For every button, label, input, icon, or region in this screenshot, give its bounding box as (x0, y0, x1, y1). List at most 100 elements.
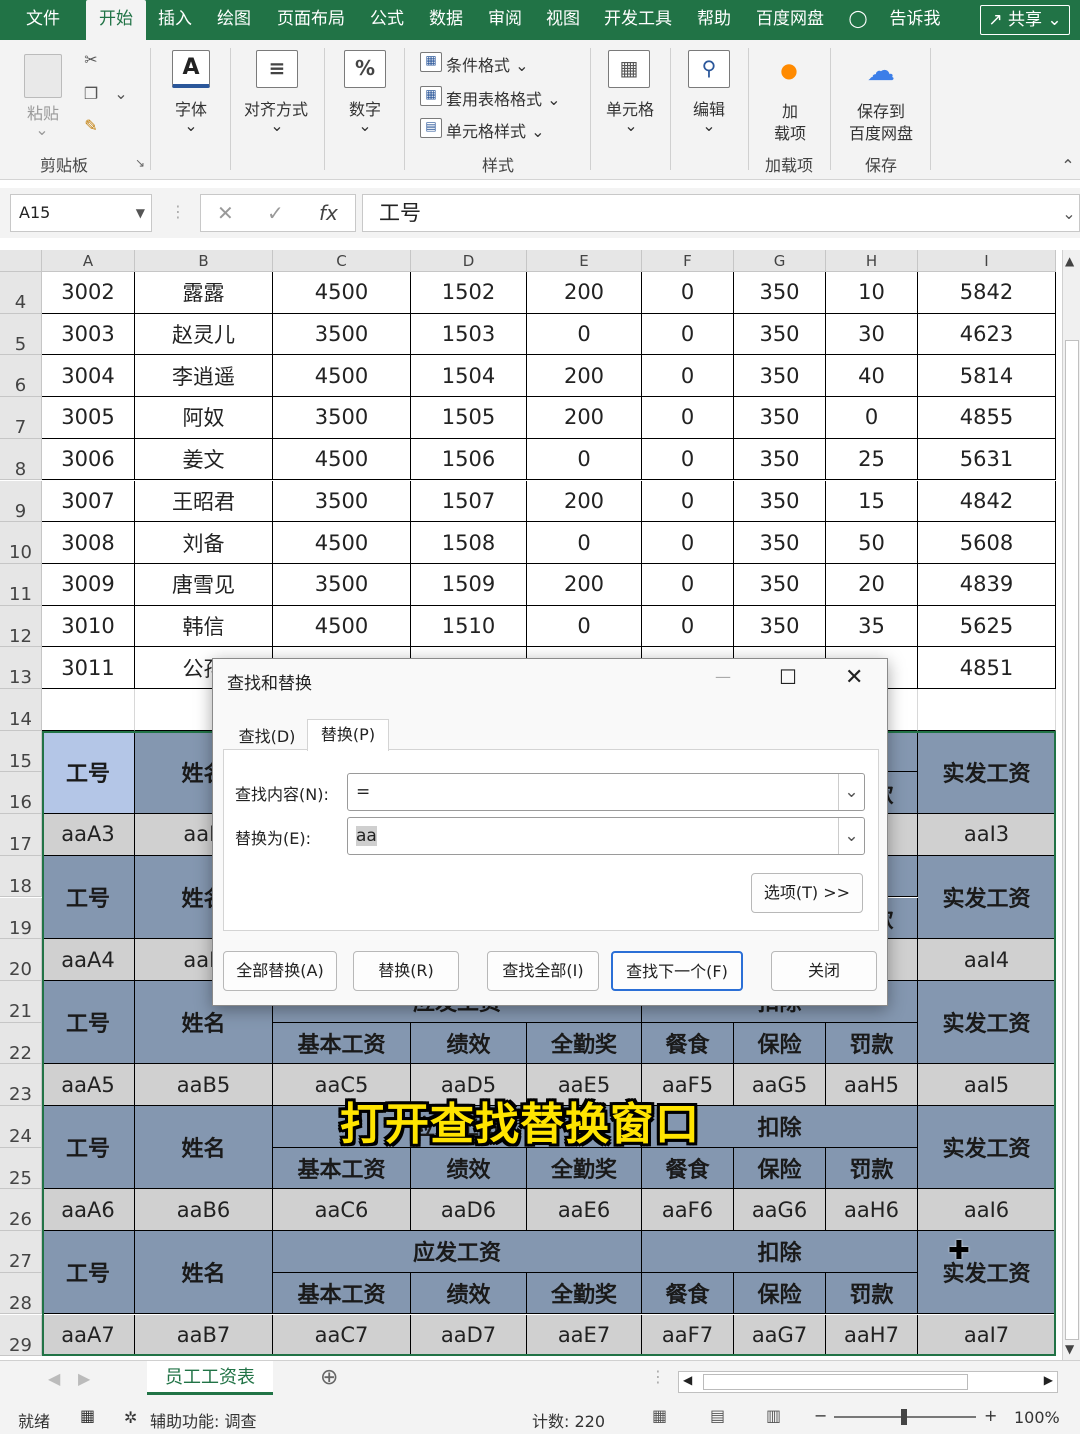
table-cell[interactable]: 4500 (273, 605, 411, 648)
table-cell[interactable]: 0 (826, 397, 918, 439)
format-painter-icon[interactable]: ✎ (78, 116, 104, 135)
header-base[interactable]: 基本工资 (273, 1022, 411, 1065)
tab-replace[interactable]: 替换(P) (307, 719, 389, 751)
row-header[interactable]: 17 (0, 814, 42, 856)
header-base[interactable]: 基本工资 (273, 1272, 411, 1315)
table-cell[interactable]: 0 (642, 272, 734, 314)
cells-icon[interactable]: ▦ (608, 50, 650, 88)
tab-insert[interactable]: 插入 (152, 0, 198, 40)
table-cell[interactable]: 1505 (411, 397, 527, 439)
row-header[interactable]: 29 (0, 1314, 42, 1357)
row-header[interactable]: 4 (0, 272, 42, 314)
header-net[interactable]: 实发工资 (918, 730, 1056, 815)
slip-data-cell[interactable]: aaC7 (273, 1314, 411, 1357)
table-cell[interactable]: 1502 (411, 272, 527, 314)
row-header[interactable]: 27 (0, 1231, 42, 1273)
row-header[interactable]: 6 (0, 355, 42, 398)
cut-icon[interactable]: ✂ (78, 50, 104, 69)
table-cell[interactable]: 350 (734, 272, 826, 314)
font-dropdown-icon[interactable]: ⌄ (182, 116, 200, 135)
header-ins[interactable]: 保险 (734, 1272, 826, 1315)
header-meal[interactable]: 餐食 (642, 1147, 734, 1190)
table-cell[interactable]: 0 (642, 480, 734, 523)
namebox-dropdown-icon[interactable]: ▼ (136, 195, 145, 231)
row-header[interactable]: 28 (0, 1272, 42, 1315)
replace-button[interactable]: 替换(R) (353, 951, 459, 991)
table-cell[interactable]: 4851 (918, 647, 1056, 689)
table-cell[interactable]: 赵灵儿 (135, 313, 273, 356)
accessibility-icon[interactable]: ✲ (124, 1408, 137, 1427)
column-header[interactable]: B (135, 250, 273, 272)
next-sheet-icon[interactable]: ▶ (78, 1369, 90, 1388)
zoom-in-icon[interactable]: + (984, 1406, 997, 1425)
copy-dropdown-icon[interactable]: ⌄ (112, 84, 130, 103)
table-cell[interactable]: 200 (527, 480, 642, 523)
slip-data-cell[interactable]: aaA6 (42, 1189, 135, 1232)
tab-draw[interactable]: 绘图 (210, 0, 258, 40)
table-cell[interactable]: 1507 (411, 480, 527, 523)
table-cell[interactable]: 350 (734, 563, 826, 606)
close-icon[interactable]: ✕ (845, 665, 863, 690)
table-cell[interactable]: 5608 (918, 522, 1056, 564)
row-header[interactable]: 18 (0, 855, 42, 898)
accessibility-status[interactable]: 辅助功能: 调查 (150, 1408, 256, 1432)
table-cell[interactable]: 1510 (411, 605, 527, 648)
copy-icon[interactable]: ❐ (78, 84, 104, 103)
zoom-out-icon[interactable]: − (814, 1406, 827, 1425)
select-all-corner[interactable] (0, 250, 42, 272)
table-cell[interactable]: 0 (642, 438, 734, 481)
table-cell[interactable]: 4623 (918, 313, 1056, 356)
column-header[interactable]: I (918, 250, 1056, 272)
number-dropdown-icon[interactable]: ⌄ (356, 116, 374, 135)
table-cell[interactable]: 3004 (42, 355, 135, 398)
column-header[interactable]: H (826, 250, 918, 272)
header-name[interactable]: 姓名 (135, 1106, 273, 1190)
header-fine[interactable]: 罚款 (826, 1022, 918, 1065)
hscroll-thumb[interactable] (703, 1374, 968, 1390)
header-deduct[interactable]: 扣除 (642, 1231, 918, 1273)
empty-cell[interactable] (918, 689, 1056, 731)
table-cell[interactable]: 350 (734, 438, 826, 481)
find-input[interactable]: = ⌄ (347, 773, 865, 811)
table-cell[interactable]: 1506 (411, 438, 527, 481)
slip-data-cell[interactable]: aaI3 (918, 814, 1056, 856)
save-baidu-line1[interactable]: 保存到 (846, 98, 916, 122)
macro-record-icon[interactable]: ▦ (80, 1406, 95, 1425)
table-cell[interactable]: 200 (527, 563, 642, 606)
tab-home[interactable]: 开始 (86, 0, 146, 40)
tab-data[interactable]: 数据 (422, 0, 470, 40)
header-attend[interactable]: 全勤奖 (527, 1147, 642, 1190)
paste-dropdown-icon[interactable]: ⌄ (32, 120, 52, 139)
row-header[interactable]: 16 (0, 772, 42, 815)
row-header[interactable]: 24 (0, 1106, 42, 1148)
slip-data-cell[interactable]: aaI4 (918, 939, 1056, 981)
slip-data-cell[interactable]: aaA5 (42, 1064, 135, 1106)
slip-data-cell[interactable]: aaH7 (826, 1314, 918, 1357)
table-cell[interactable]: 3010 (42, 605, 135, 648)
table-cell[interactable]: 3011 (42, 647, 135, 689)
header-id[interactable]: 工号 (42, 855, 135, 940)
empty-cell[interactable] (42, 689, 135, 731)
find-next-button[interactable]: 查找下一个(F) (611, 951, 743, 991)
find-dropdown-icon[interactable]: ⌄ (838, 774, 864, 810)
table-cell[interactable]: 0 (642, 605, 734, 648)
table-cell[interactable]: 5625 (918, 605, 1056, 648)
row-header[interactable]: 26 (0, 1189, 42, 1232)
dialog-close-button[interactable]: 关闭 (771, 951, 877, 991)
tab-file[interactable]: 文件 (14, 0, 72, 40)
slip-data-cell[interactable]: aaB6 (135, 1189, 273, 1232)
tab-help[interactable]: 帮助 (690, 0, 738, 40)
tab-find[interactable]: 查找(D) (227, 723, 307, 751)
tab-formulas[interactable]: 公式 (364, 0, 410, 40)
row-header[interactable]: 8 (0, 438, 42, 481)
maximize-icon[interactable]: ☐ (779, 665, 797, 689)
table-cell[interactable]: 0 (527, 522, 642, 564)
table-cell[interactable]: 350 (734, 605, 826, 648)
addins-button-line2[interactable]: 载项 (768, 120, 812, 144)
share-button[interactable]: ↗ 共享 ⌄ (980, 5, 1070, 35)
find-all-button[interactable]: 查找全部(I) (487, 951, 599, 991)
table-format-button[interactable]: 套用表格格式 ⌄ (446, 86, 561, 110)
header-id[interactable]: 工号 (42, 1231, 135, 1315)
table-cell[interactable]: 350 (734, 355, 826, 398)
table-cell[interactable]: 李逍遥 (135, 355, 273, 398)
